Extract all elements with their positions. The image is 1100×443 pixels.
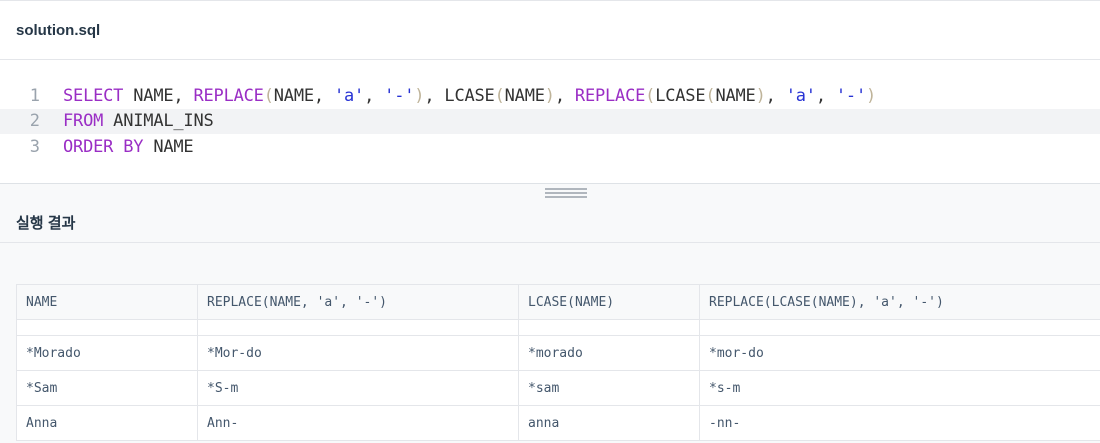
column-header: NAME bbox=[17, 285, 198, 320]
table-spacer-row bbox=[17, 320, 1100, 336]
sql-token: LCASE bbox=[444, 86, 494, 106]
column-header: REPLACE(LCASE(NAME), 'a', '-') bbox=[700, 285, 1100, 320]
result-title: 실행 결과 bbox=[16, 212, 75, 233]
sql-string: '-' bbox=[384, 86, 414, 106]
table-cell: Ann- bbox=[198, 406, 519, 441]
sql-token: NAME bbox=[143, 137, 193, 157]
line-number: 1 bbox=[0, 86, 40, 106]
table-cell: -nn- bbox=[700, 406, 1100, 441]
sql-token: , bbox=[364, 86, 384, 106]
sql-keyword: FROM bbox=[63, 111, 103, 131]
table-cell: Anna bbox=[17, 406, 198, 441]
table-cell: *sam bbox=[519, 371, 700, 406]
table-cell: *Sam bbox=[17, 371, 198, 406]
sql-token: ANIMAL_INS bbox=[103, 111, 213, 131]
code-line[interactable]: 1SELECT NAME, REPLACE(NAME, 'a', '-'), L… bbox=[0, 83, 1100, 109]
sql-token: ( bbox=[495, 86, 505, 106]
result-header: 실행 결과 bbox=[0, 202, 1100, 243]
code-editor[interactable]: 1SELECT NAME, REPLACE(NAME, 'a', '-'), L… bbox=[0, 60, 1100, 183]
code-text: ORDER BY NAME bbox=[40, 137, 193, 157]
table-cell: *S-m bbox=[198, 371, 519, 406]
sql-token: NAME, bbox=[123, 86, 193, 106]
table-row: *Morado*Mor-do*morado*mor-do bbox=[17, 336, 1100, 371]
sql-token: , bbox=[424, 86, 444, 106]
table-cell: *morado bbox=[519, 336, 700, 371]
table-cell: *Mor-do bbox=[198, 336, 519, 371]
table-cell: *s-m bbox=[700, 371, 1100, 406]
sql-token: , bbox=[816, 86, 836, 106]
sql-token: NAME, bbox=[274, 86, 334, 106]
sql-token: ) bbox=[756, 86, 766, 106]
sql-token: ) bbox=[866, 86, 876, 106]
sql-token: , bbox=[555, 86, 575, 106]
code-text: SELECT NAME, REPLACE(NAME, 'a', '-'), LC… bbox=[40, 86, 876, 106]
sql-token: ( bbox=[645, 86, 655, 106]
code-text: FROM ANIMAL_INS bbox=[40, 111, 214, 131]
editor-header: solution.sql bbox=[0, 0, 1100, 60]
table-header-row: NAME REPLACE(NAME, 'a', '-') LCASE(NAME)… bbox=[17, 285, 1100, 320]
sql-string: 'a' bbox=[334, 86, 364, 106]
sql-token: NAME bbox=[505, 86, 545, 106]
code-line[interactable]: 2FROM ANIMAL_INS bbox=[0, 109, 1100, 135]
line-number: 2 bbox=[0, 111, 40, 131]
panel-splitter[interactable] bbox=[0, 183, 1100, 203]
sql-token: ( bbox=[705, 86, 715, 106]
sql-keyword: REPLACE bbox=[575, 86, 645, 106]
sql-token: , bbox=[766, 86, 786, 106]
sql-keyword: ORDER BY bbox=[63, 137, 143, 157]
line-number: 3 bbox=[0, 137, 40, 157]
sql-token: ( bbox=[264, 86, 274, 106]
table-cell: anna bbox=[519, 406, 700, 441]
sql-token: NAME bbox=[715, 86, 755, 106]
sql-token: ) bbox=[414, 86, 424, 106]
table-row: *Sam*S-m*sam*s-m bbox=[17, 371, 1100, 406]
result-panel: NAME REPLACE(NAME, 'a', '-') LCASE(NAME)… bbox=[0, 243, 1100, 443]
sql-keyword: SELECT bbox=[63, 86, 123, 106]
sql-string: 'a' bbox=[786, 86, 816, 106]
sql-keyword: REPLACE bbox=[193, 86, 263, 106]
sql-token: ) bbox=[545, 86, 555, 106]
column-header: LCASE(NAME) bbox=[519, 285, 700, 320]
sql-string: '-' bbox=[836, 86, 866, 106]
column-header: REPLACE(NAME, 'a', '-') bbox=[198, 285, 519, 320]
table-row: AnnaAnn-anna-nn- bbox=[17, 406, 1100, 441]
sql-token: LCASE bbox=[655, 86, 705, 106]
result-table: NAME REPLACE(NAME, 'a', '-') LCASE(NAME)… bbox=[16, 284, 1100, 441]
table-cell: *Morado bbox=[17, 336, 198, 371]
drag-handle-icon[interactable] bbox=[545, 188, 587, 198]
table-cell: *mor-do bbox=[700, 336, 1100, 371]
file-name: solution.sql bbox=[16, 22, 100, 39]
code-line[interactable]: 3ORDER BY NAME bbox=[0, 134, 1100, 160]
